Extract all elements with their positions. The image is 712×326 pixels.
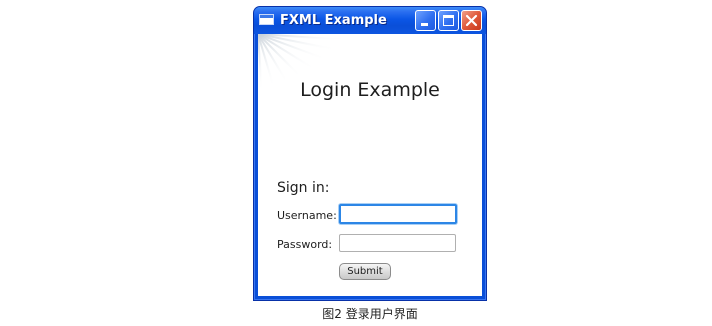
maximize-icon xyxy=(443,15,454,26)
submit-button[interactable]: Submit xyxy=(339,263,391,280)
close-button[interactable] xyxy=(461,10,482,31)
minimize-button[interactable] xyxy=(415,10,436,31)
minimize-icon xyxy=(421,23,428,26)
username-label: Username: xyxy=(277,209,337,222)
window-content: Login Example Sign in: Username: Passwor… xyxy=(258,34,482,296)
window-title: FXML Example xyxy=(280,13,387,28)
password-field[interactable] xyxy=(339,234,456,252)
window-icon xyxy=(259,14,274,25)
close-icon xyxy=(465,14,478,27)
username-field[interactable] xyxy=(339,204,457,224)
maximize-button[interactable] xyxy=(438,10,459,31)
figure-caption: 图2 登录用户界面 xyxy=(322,307,418,321)
stage: FXML Example Login Example Sign in: User… xyxy=(0,0,712,326)
sign-in-label: Sign in: xyxy=(277,180,330,196)
password-label: Password: xyxy=(277,238,333,251)
title-bar[interactable]: FXML Example xyxy=(254,7,486,34)
app-window: FXML Example Login Example Sign in: User… xyxy=(253,6,487,301)
login-heading: Login Example xyxy=(300,79,440,101)
